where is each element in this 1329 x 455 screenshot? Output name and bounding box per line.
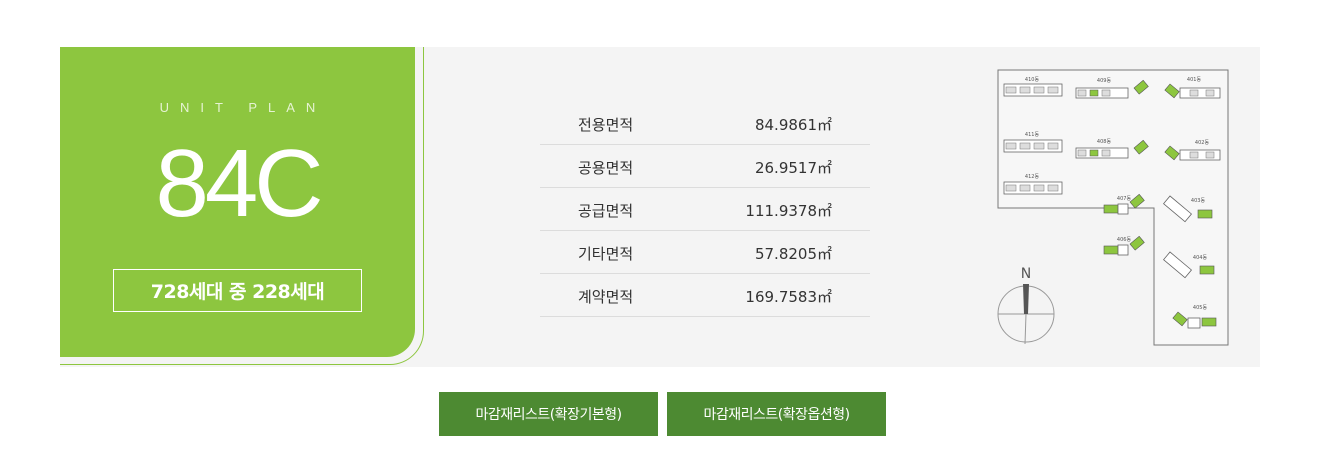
finish-list-basic-button[interactable]: 마감재리스트(확장기본형) (439, 392, 658, 436)
area-label: 공용면적 (578, 159, 634, 177)
building-label: 406동 (1117, 237, 1132, 243)
building-label: 407동 (1117, 196, 1132, 202)
household-count-badge: 728세대 중 228세대 (113, 269, 362, 312)
compass-north-label: N (1021, 266, 1031, 282)
building-label: 412동 (1025, 174, 1040, 180)
area-row-supply: 공급면적 111.9378㎡ (540, 188, 870, 231)
unit-plan-label: UNIT PLAN (159, 100, 327, 115)
area-value: 111.9378㎡ (745, 202, 832, 220)
area-row-contract: 계약면적 169.7583㎡ (540, 274, 870, 317)
area-value: 57.8205㎡ (754, 245, 832, 263)
area-row-other: 기타면적 57.8205㎡ (540, 231, 870, 274)
building-label: 404동 (1193, 255, 1208, 261)
compass-icon: N (997, 266, 1055, 345)
building-label: 402동 (1195, 140, 1210, 146)
area-label: 전용면적 (578, 116, 634, 134)
area-value: 26.9517㎡ (754, 159, 832, 177)
finish-list-option-button[interactable]: 마감재리스트(확장옵션형) (667, 392, 886, 436)
area-row-common: 공용면적 26.9517㎡ (540, 145, 870, 188)
area-table: 전용면적 84.9861㎡ 공용면적 26.9517㎡ 공급면적 111.937… (540, 102, 870, 317)
building-label: 403동 (1191, 198, 1206, 204)
area-label: 공급면적 (578, 202, 634, 220)
building-label: 408동 (1097, 139, 1112, 145)
building-label: 411동 (1025, 132, 1040, 138)
area-value: 169.7583㎡ (745, 288, 832, 306)
site-plan-map: 410동 409동 401동 411동 408동 402동 412동 407동 … (997, 69, 1229, 346)
area-label: 기타면적 (578, 245, 634, 263)
building-label: 405동 (1193, 305, 1208, 311)
building-label: 409동 (1097, 78, 1112, 84)
building-406: 406동 (1103, 235, 1145, 256)
building-label: 401동 (1187, 77, 1202, 83)
unit-type-code: 84C (155, 130, 323, 237)
area-value: 84.9861㎡ (754, 116, 832, 134)
area-row-exclusive: 전용면적 84.9861㎡ (540, 102, 870, 145)
building-label: 410동 (1025, 77, 1040, 83)
area-label: 계약면적 (578, 288, 634, 306)
